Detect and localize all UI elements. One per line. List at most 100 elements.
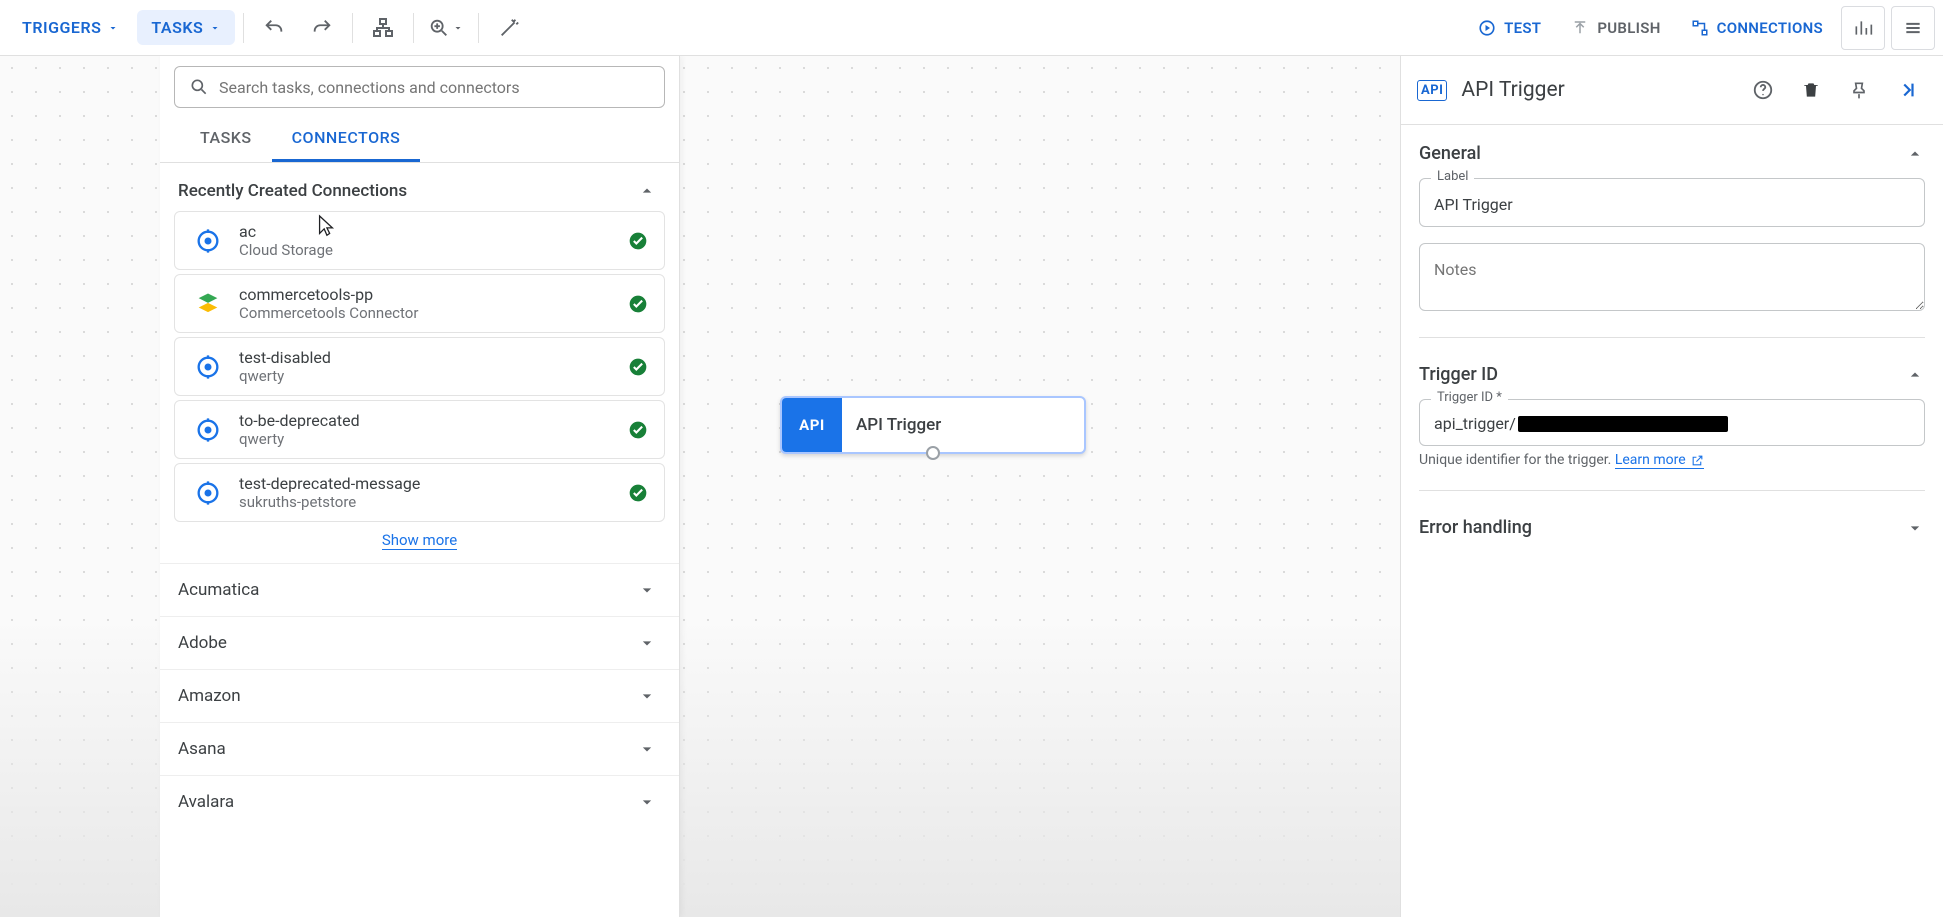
recent-connections-header[interactable]: Recently Created Connections [160,163,679,211]
search-input[interactable] [219,78,650,97]
menu-icon [1903,18,1923,38]
magic-button[interactable] [487,6,531,50]
collapse-panel-button[interactable] [1887,70,1927,110]
chevron-down-icon [637,792,657,812]
chevron-up-icon [1905,144,1925,164]
show-more-link[interactable]: Show more [382,531,457,550]
category-label: Adobe [178,633,227,653]
category-row[interactable]: Asana [160,722,679,775]
redo-button[interactable] [300,6,344,50]
inspector-title: API Trigger [1461,78,1729,102]
triggerid-field-label: Trigger ID * [1431,390,1508,405]
help-icon [1752,79,1774,101]
recent-connections-label: Recently Created Connections [178,181,407,201]
undo-button[interactable] [252,6,296,50]
menu-button[interactable] [1891,6,1935,50]
category-row[interactable]: Adobe [160,616,679,669]
inspector-header: API API Trigger [1401,56,1943,125]
label-input[interactable] [1419,178,1925,227]
triggers-label: TRIGGERS [22,18,101,37]
connections-label: CONNECTIONS [1717,19,1823,37]
section-triggerid-header[interactable]: Trigger ID [1419,360,1925,391]
panel-scroll[interactable]: Recently Created Connections acCloud Sto… [160,163,679,917]
section-triggerid-label: Trigger ID [1419,364,1498,385]
pin-button[interactable] [1839,70,1879,110]
connection-name: test-disabled [239,348,614,367]
connection-item[interactable]: to-be-deprecatedqwerty [174,400,665,459]
main-area: API API Trigger TASKS CONNECTORS Recentl… [0,56,1943,917]
tab-connectors[interactable]: CONNECTORS [272,114,421,162]
section-general-label: General [1419,143,1481,164]
section-general-header[interactable]: General [1419,139,1925,170]
chevron-down-icon [107,22,119,34]
connections-button[interactable]: CONNECTIONS [1679,11,1835,45]
chevron-down-icon [637,633,657,653]
section-error-label: Error handling [1419,517,1532,538]
layout-button[interactable] [361,6,405,50]
chart-icon [1853,18,1873,38]
section-error-header[interactable]: Error handling [1419,513,1925,544]
node-output-port[interactable] [926,446,940,460]
connection-type-icon [191,350,225,384]
connection-item[interactable]: commercetools-ppCommercetools Connector [174,274,665,333]
analytics-button[interactable] [1841,6,1885,50]
publish-button[interactable]: PUBLISH [1559,11,1672,45]
redo-icon [311,17,333,39]
categories-list: Acumatica Adobe Amazon Asana Avalara [160,563,679,828]
category-row[interactable]: Avalara [160,775,679,828]
publish-icon [1571,19,1589,37]
connection-subtitle: sukruths-petstore [239,493,614,511]
zoom-in-icon [428,17,450,39]
zoom-button[interactable] [422,6,470,50]
tasks-dropdown[interactable]: TASKS [137,10,235,45]
triggerid-input[interactable]: api_trigger/ [1419,399,1925,446]
layout-icon [371,16,395,40]
separator [243,13,244,43]
canvas-node-api-trigger[interactable]: API API Trigger [780,396,1086,454]
connection-status-icon [628,483,648,503]
help-button[interactable] [1743,70,1783,110]
category-label: Acumatica [178,580,259,600]
test-button[interactable]: TEST [1466,11,1553,45]
connection-name: commercetools-pp [239,285,614,304]
chevron-down-icon [637,686,657,706]
section-separator [1419,490,1925,491]
publish-label: PUBLISH [1597,19,1660,37]
connection-item[interactable]: test-deprecated-messagesukruths-petstore [174,463,665,522]
node-label: API Trigger [842,398,1084,452]
play-icon [1478,19,1496,37]
connection-subtitle: qwerty [239,367,614,385]
chevron-down-icon [637,739,657,759]
search-input-wrap[interactable] [174,66,665,108]
label-field-label: Label [1431,169,1474,184]
connection-item[interactable]: acCloud Storage [174,211,665,270]
triggerid-redacted [1518,416,1728,432]
connection-name: to-be-deprecated [239,411,614,430]
test-label: TEST [1504,19,1541,37]
separator [478,13,479,43]
triggerid-helper: Unique identifier for the trigger. Learn… [1419,452,1925,468]
panel-tabs: TASKS CONNECTORS [160,114,679,163]
notes-textarea[interactable] [1419,243,1925,311]
pin-icon [1849,80,1869,100]
chevron-down-icon [452,22,464,34]
top-toolbar: TRIGGERS TASKS TEST [0,0,1943,56]
category-label: Avalara [178,792,234,812]
connection-type-icon [191,476,225,510]
chevron-up-icon [637,181,657,201]
triggers-dropdown[interactable]: TRIGGERS [8,10,133,45]
connection-status-icon [628,357,648,377]
learn-more-link[interactable]: Learn more [1615,452,1704,469]
inspector-badge: API [1417,80,1447,101]
category-row[interactable]: Acumatica [160,563,679,616]
tab-tasks[interactable]: TASKS [180,114,272,162]
connection-item[interactable]: test-disabledqwerty [174,337,665,396]
delete-button[interactable] [1791,70,1831,110]
chevron-up-icon [1905,365,1925,385]
section-separator [1419,337,1925,338]
category-label: Amazon [178,686,241,706]
category-row[interactable]: Amazon [160,669,679,722]
tasks-label: TASKS [151,18,203,37]
connection-subtitle: Cloud Storage [239,241,614,259]
connection-type-icon [191,287,225,321]
